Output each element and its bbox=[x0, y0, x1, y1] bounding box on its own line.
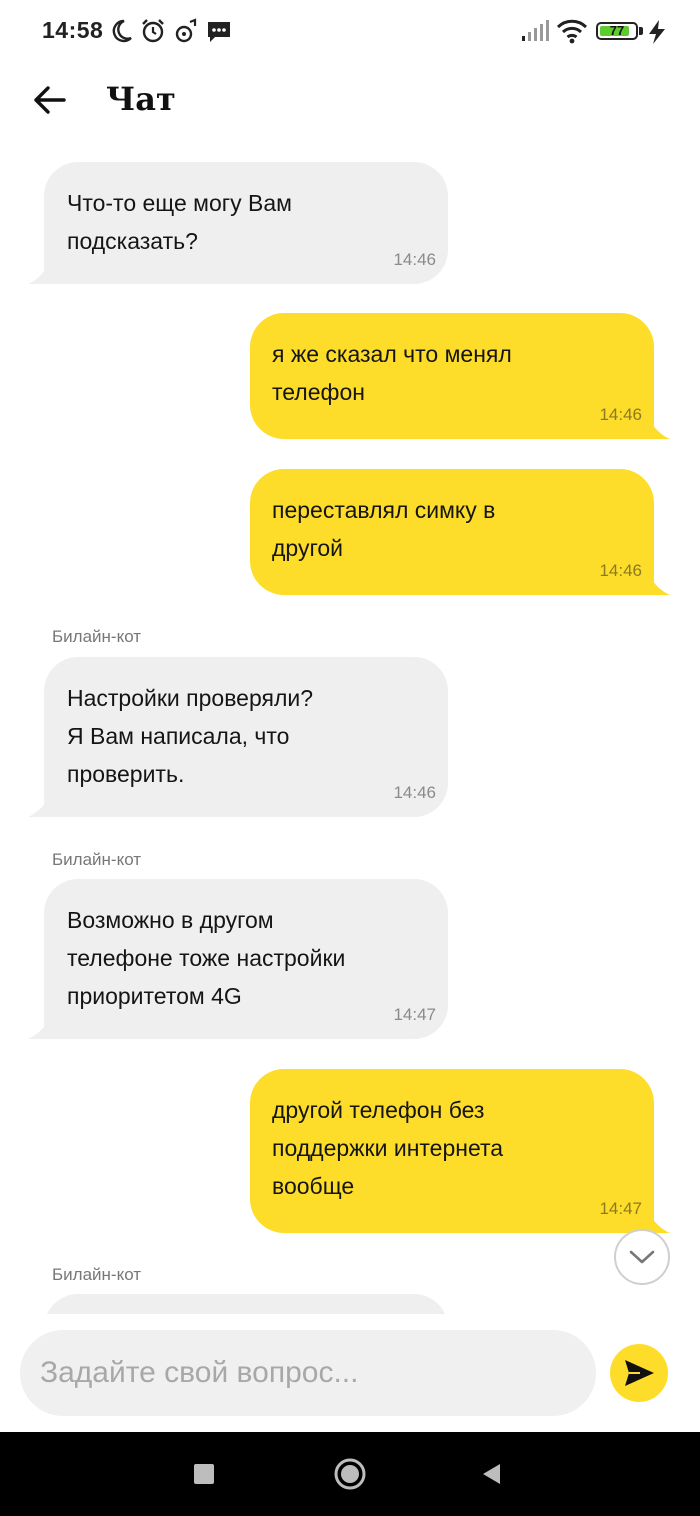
message-input[interactable] bbox=[40, 1330, 580, 1416]
incoming-message-bubble[interactable]: Возможно в другом телефоне тоже настройк… bbox=[28, 879, 448, 1039]
app-header: Чат bbox=[0, 64, 700, 144]
message-sender: Билайн-кот bbox=[52, 850, 142, 869]
back-nav-button[interactable] bbox=[452, 1432, 532, 1516]
send-button[interactable] bbox=[610, 1344, 668, 1402]
bubble-tail bbox=[648, 417, 670, 439]
status-bar: 14:58 77 bbox=[0, 0, 700, 64]
outgoing-message-bubble[interactable]: переставлял симку в другой 14:46 bbox=[250, 469, 670, 595]
recent-apps-button[interactable] bbox=[164, 1432, 244, 1516]
status-time: 14:58 bbox=[42, 17, 104, 43]
bubble-tail bbox=[28, 1017, 50, 1039]
message-text: я же сказал что менял телефон bbox=[272, 341, 512, 405]
message-icon bbox=[208, 22, 230, 42]
square-icon bbox=[194, 1464, 214, 1484]
bubble-tail bbox=[648, 573, 670, 595]
charging-icon bbox=[649, 20, 665, 44]
bubble-tail bbox=[28, 795, 50, 817]
incoming-message-bubble[interactable]: Настройки проверяли? Я Вам написала, что… bbox=[28, 657, 448, 817]
message-time: 14:47 bbox=[393, 1005, 436, 1024]
message-time: 14:46 bbox=[393, 783, 436, 802]
message-time: 14:47 bbox=[599, 1199, 642, 1218]
message-text: Настройки проверяли? Я Вам написала, что… bbox=[67, 685, 314, 787]
moon-icon bbox=[112, 19, 132, 43]
message-time: 14:46 bbox=[599, 561, 642, 580]
send-icon bbox=[625, 1360, 654, 1386]
incoming-message-bubble[interactable]: Что-то еще могу Вам подсказать? 14:46 bbox=[28, 162, 448, 284]
page-title: Чат bbox=[106, 80, 176, 118]
chevron-down-icon bbox=[629, 1250, 655, 1264]
outgoing-message-bubble[interactable]: я же сказал что менял телефон 14:46 bbox=[250, 313, 670, 439]
incoming-message-bubble[interactable] bbox=[44, 1294, 448, 1314]
arrow-left-icon bbox=[34, 86, 66, 114]
system-navigation-bar bbox=[0, 1432, 700, 1516]
triangle-back-icon bbox=[483, 1464, 500, 1484]
battery-level: 77 bbox=[609, 23, 625, 38]
home-button[interactable] bbox=[310, 1432, 390, 1516]
battery-icon: 77 bbox=[596, 22, 638, 40]
message-sender: Билайн-кот bbox=[52, 1265, 142, 1284]
scroll-to-bottom-button[interactable] bbox=[614, 1229, 670, 1285]
chat-messages-list[interactable]: Билайн-кот Что-то еще могу Вам подсказат… bbox=[0, 140, 700, 1314]
battery-tip bbox=[639, 27, 643, 35]
circle-icon bbox=[334, 1458, 366, 1490]
message-text: другой телефон без поддержки интернета в… bbox=[272, 1097, 504, 1199]
signal-icon bbox=[522, 20, 549, 41]
message-time: 14:46 bbox=[393, 250, 436, 269]
message-text: переставлял симку в другой bbox=[272, 497, 496, 561]
message-text: Возможно в другом телефоне тоже настройк… bbox=[67, 907, 346, 1009]
alarm-icon bbox=[142, 19, 164, 43]
outgoing-message-bubble[interactable]: другой телефон без поддержки интернета в… bbox=[250, 1069, 670, 1233]
wifi-icon bbox=[556, 19, 588, 44]
back-button[interactable] bbox=[30, 80, 70, 120]
bubble-tail bbox=[28, 262, 50, 284]
music-icon bbox=[175, 18, 197, 43]
message-input-container bbox=[20, 1330, 596, 1416]
message-sender: Билайн-кот bbox=[52, 627, 142, 646]
message-time: 14:46 bbox=[599, 405, 642, 424]
message-text: Что-то еще могу Вам подсказать? bbox=[67, 190, 292, 254]
